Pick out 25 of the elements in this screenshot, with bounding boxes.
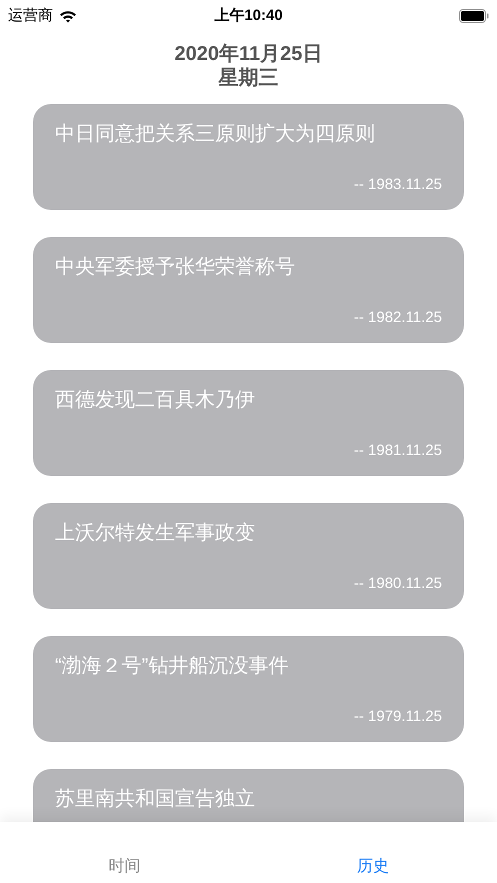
event-card[interactable]: 西德发现二百具木乃伊 -- 1981.11.25 xyxy=(33,370,464,476)
date-title: 2020年11月25日 xyxy=(174,42,322,66)
event-title: “渤海２号”钻井船沉没事件 xyxy=(55,654,290,679)
clock-time: 上午10:40 xyxy=(214,6,283,26)
event-title: 中日同意把关系三原则扩大为四原则 xyxy=(55,122,376,147)
event-date: -- 1982.11.25 xyxy=(354,308,442,328)
event-card[interactable]: 中央军委授予张华荣誉称号 -- 1982.11.25 xyxy=(33,237,464,343)
carrier-name: 运营商 xyxy=(8,6,53,26)
event-title: 上沃尔特发生军事政变 xyxy=(55,521,256,546)
event-date: -- 1979.11.25 xyxy=(354,706,442,726)
event-title: 中央军委授予张华荣誉称号 xyxy=(55,255,296,280)
tab-button[interactable]: 历史 xyxy=(248,822,497,883)
event-date: -- 1981.11.25 xyxy=(354,440,442,460)
event-title: 西德发现二百具木乃伊 xyxy=(55,388,256,413)
weekday-title: 星期三 xyxy=(218,66,278,90)
event-date: -- 1983.11.25 xyxy=(354,174,442,194)
battery-icon xyxy=(459,9,489,23)
tab-button[interactable]: 时间 xyxy=(0,822,248,883)
event-date: -- 1980.11.25 xyxy=(354,574,442,594)
wifi-icon xyxy=(59,10,77,22)
event-card[interactable]: “渤海２号”钻井船沉没事件 -- 1979.11.25 xyxy=(33,636,464,742)
event-card[interactable]: 中日同意把关系三原则扩大为四原则 -- 1983.11.25 xyxy=(33,104,464,210)
event-card[interactable]: 苏里南共和国宣告独立 xyxy=(33,769,464,822)
event-title: 苏里南共和国宣告独立 xyxy=(55,787,256,812)
event-card[interactable]: 上沃尔特发生军事政变 -- 1980.11.25 xyxy=(33,503,464,609)
